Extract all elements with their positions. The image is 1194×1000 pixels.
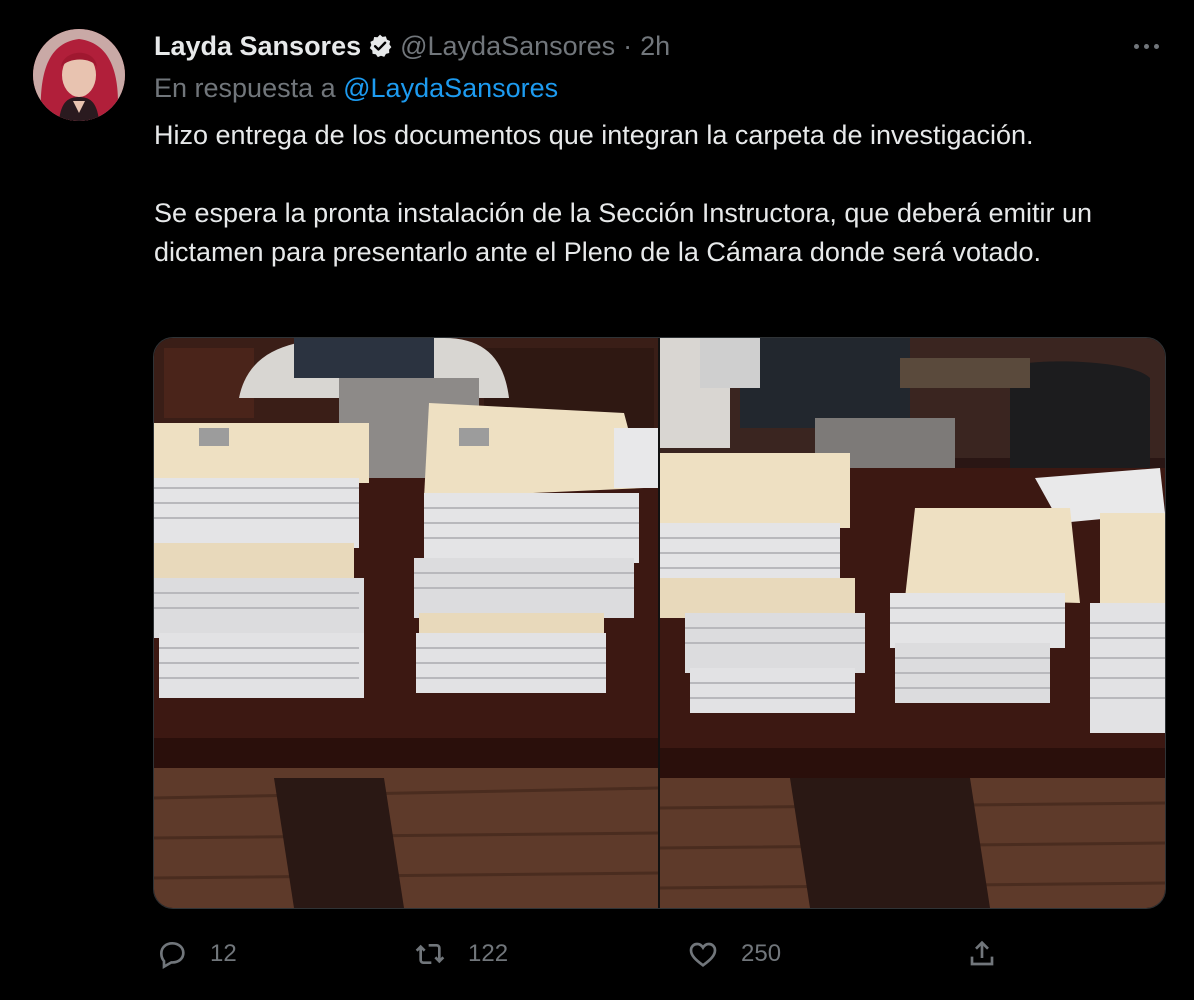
more-dot [1143,43,1149,49]
tweet-header: Layda Sansores @LaydaSansores · 2h [154,26,670,66]
retweet-count: 122 [468,940,509,967]
photo-image [154,338,658,908]
avatar-image [33,29,125,121]
reply-count: 12 [210,940,237,967]
author-handle[interactable]: @LaydaSansores [400,31,615,62]
tweet-actions: 12 122 250 [154,930,1164,978]
like-icon [689,942,717,967]
like-button[interactable]: 250 [687,930,781,978]
media-grid [153,337,1166,909]
more-dot [1133,43,1139,49]
more-icon[interactable] [1128,30,1164,62]
share-button[interactable] [966,930,998,978]
reply-prefix: En respuesta a [154,73,344,103]
like-count: 250 [741,940,782,967]
share-icon [970,940,994,966]
photo-image [660,338,1165,908]
avatar[interactable] [33,29,125,121]
tweet-paragraph: Hizo entrega de los documentos que integ… [154,120,1034,150]
reply-to-handle[interactable]: @LaydaSansores [343,73,558,103]
media-photo[interactable] [154,338,658,908]
media-photo[interactable] [660,338,1165,908]
retweet-button[interactable]: 122 [414,930,508,978]
more-dot [1153,43,1159,49]
tweet-body: Hizo entrega de los documentos que integ… [154,116,1164,272]
verified-icon [369,34,392,58]
reply-button[interactable]: 12 [156,930,237,978]
retweet-icon [415,944,445,964]
reply-context: En respuesta a @LaydaSansores [154,73,558,104]
separator-dot: · [623,30,633,61]
author-name[interactable]: Layda Sansores [154,31,361,62]
reply-icon [159,941,185,969]
tweet-paragraph: Se espera la pronta instalación de la Se… [154,198,1093,267]
timestamp[interactable]: 2h [640,31,670,62]
